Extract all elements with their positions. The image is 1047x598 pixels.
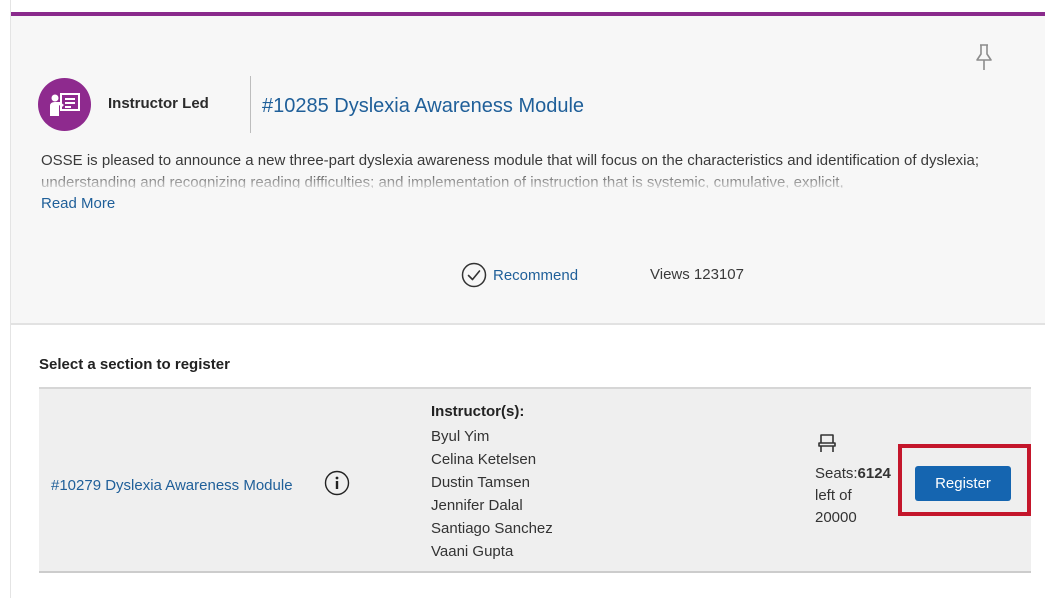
card-divider	[11, 323, 1045, 325]
recommend-label: Recommend	[493, 266, 579, 284]
instructor-led-badge	[38, 78, 91, 131]
pin-icon[interactable]	[972, 42, 996, 72]
classroom-board-icon	[49, 92, 80, 116]
seats-available: 6124	[857, 465, 891, 482]
course-type-label: Instructor Led	[108, 95, 209, 112]
check-circle-icon	[461, 262, 487, 288]
seats-total: 20000	[815, 509, 857, 526]
course-description: OSSE is pleased to announce a new three-…	[41, 152, 980, 188]
header-separator	[250, 76, 251, 133]
instructor-name: Vaani Gupta	[431, 543, 514, 560]
instructor-name: Celina Ketelsen	[431, 451, 537, 468]
section-heading: Select a section to register	[39, 356, 230, 373]
views-count: Views 123107	[650, 266, 744, 283]
seats-info: Seats:6124 left of 20000	[815, 463, 905, 529]
course-title-link[interactable]: #10285 Dyslexia Awareness Module	[262, 95, 584, 118]
instructor-name: Santiago Sanchez	[431, 520, 553, 537]
read-more-link[interactable]: Read More	[41, 195, 115, 212]
highlight-box	[898, 444, 1031, 516]
instructor-name: Dustin Tamsen	[431, 474, 530, 491]
info-icon[interactable]	[324, 470, 350, 496]
seats-suffix: left of	[815, 487, 852, 504]
instructors-list: Byul Yim Celina Ketelsen Dustin Tamsen J…	[431, 425, 553, 563]
seats-label: Seats:	[815, 465, 858, 482]
seat-icon	[818, 434, 836, 452]
instructor-name: Jennifer Dalal	[431, 497, 523, 514]
recommend-button[interactable]: Recommend	[461, 262, 578, 288]
instructors-label: Instructor(s):	[431, 403, 525, 420]
section-title-link[interactable]: #10279 Dyslexia Awareness Module	[51, 477, 293, 494]
left-frame-border	[0, 0, 11, 598]
instructor-name: Byul Yim	[431, 428, 490, 445]
